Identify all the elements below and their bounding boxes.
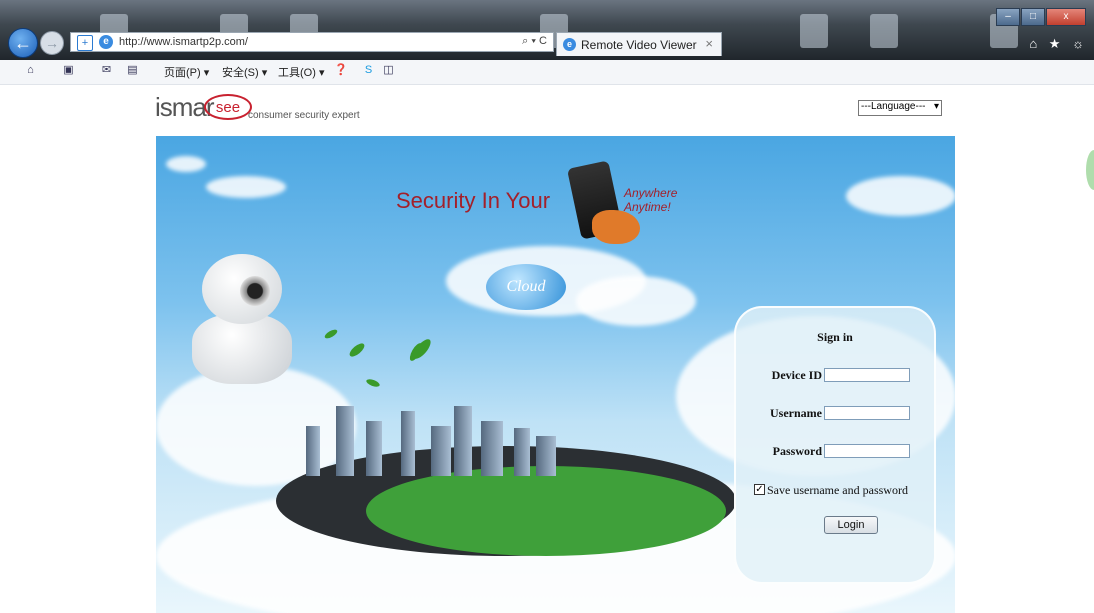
safety-menu[interactable]: 安全(S) ▾ — [222, 64, 267, 80]
leaf-decoration — [347, 341, 367, 359]
save-credentials-checkbox[interactable]: ✓ — [754, 484, 765, 495]
forward-button[interactable]: → — [40, 31, 64, 55]
slogan-text: Security In Your — [396, 188, 551, 213]
green-park-image — [366, 466, 726, 556]
tab-title[interactable]: Remote Video Viewer — [581, 38, 697, 52]
save-credentials-label[interactable]: Save username and password — [767, 483, 908, 498]
signin-panel: Sign in Device ID Username Password ✓ Sa… — [734, 306, 936, 584]
feeds-icon[interactable]: ▣ — [62, 64, 75, 77]
ip-camera-image — [192, 254, 292, 384]
username-input[interactable] — [824, 406, 910, 420]
address-tools[interactable]: ⌕ ▾ C — [522, 35, 547, 48]
browser-titlebar: ← → + e http://www.ismartp2p.com/ ⌕ ▾ C … — [0, 0, 1094, 60]
building — [481, 421, 503, 476]
slogan-anytime: Anytime! — [624, 200, 671, 214]
compat-view-icon[interactable]: + — [77, 35, 93, 51]
command-bar: ⌂ ▣ ✉ ▤ 页面(P) ▾ 安全(S) ▾ 工具(O) ▾ ❓ S ◫ — [0, 60, 1094, 85]
ie-page-icon: e — [99, 35, 113, 49]
password-label: Password — [772, 444, 822, 458]
tools-menu[interactable]: 工具(O) ▾ — [278, 64, 324, 80]
building — [536, 436, 556, 476]
mail-icon[interactable]: ✉ — [100, 64, 113, 77]
camera-lens — [240, 276, 270, 306]
back-button[interactable]: ← — [8, 28, 38, 58]
help-icon[interactable]: ❓ — [334, 64, 348, 77]
device-id-label: Device ID — [771, 368, 822, 382]
leaf-decoration — [323, 327, 339, 341]
address-bar[interactable]: + e http://www.ismartp2p.com/ ⌕ ▾ C — [70, 32, 554, 52]
language-select-value: ---Language--- — [861, 101, 926, 112]
tab-remote-video-viewer[interactable]: e Remote Video Viewer × — [556, 32, 722, 56]
logo-tagline: consumer security expert — [248, 110, 360, 121]
login-button[interactable]: Login — [824, 516, 878, 534]
background-thumbnail — [800, 14, 828, 48]
building — [431, 426, 451, 476]
slogan-anywhere: Anywhere — [624, 186, 678, 200]
window-controls: – □ x — [995, 6, 1086, 26]
home-favorites-tools-icons[interactable]: ⌂ ★ ☼ — [1029, 36, 1088, 52]
page-menu[interactable]: 页面(P) ▾ — [164, 64, 209, 80]
home-icon[interactable]: ⌂ — [24, 64, 37, 77]
sky-cloud — [166, 156, 206, 172]
close-button[interactable]: x — [1046, 8, 1086, 26]
minimize-button[interactable]: – — [996, 8, 1020, 26]
slogan-anywhere-anytime: Anywhere Anytime! — [624, 186, 677, 214]
sky-cloud — [576, 276, 696, 326]
research-icon[interactable]: ◫ — [382, 64, 395, 77]
side-widget-icon[interactable] — [1086, 150, 1094, 190]
maximize-button[interactable]: □ — [1021, 8, 1045, 26]
camera-base — [192, 314, 292, 384]
sky-cloud — [846, 176, 955, 216]
cloud-badge: Cloud — [486, 264, 566, 310]
signin-title: Sign in — [817, 330, 853, 344]
logo-badge: see — [204, 94, 252, 120]
building — [401, 411, 415, 476]
ie-tab-icon: e — [563, 38, 576, 51]
print-icon[interactable]: ▤ — [126, 64, 139, 77]
url-text[interactable]: http://www.ismartp2p.com/ — [119, 36, 248, 48]
device-id-input[interactable] — [824, 368, 910, 382]
building — [454, 406, 472, 476]
building — [514, 428, 530, 476]
leaf-decoration — [365, 377, 381, 389]
building — [336, 406, 354, 476]
password-input[interactable] — [824, 444, 910, 458]
building — [306, 426, 320, 476]
background-thumbnail — [870, 14, 898, 48]
hand-image — [592, 210, 640, 244]
username-label: Username — [770, 406, 822, 420]
building — [366, 421, 382, 476]
tab-close-icon[interactable]: × — [705, 36, 713, 51]
language-select[interactable]: ---Language--- ▾ — [858, 100, 942, 116]
chevron-down-icon: ▾ — [933, 101, 939, 112]
skype-icon[interactable]: S — [362, 64, 375, 77]
sky-cloud — [206, 176, 286, 198]
